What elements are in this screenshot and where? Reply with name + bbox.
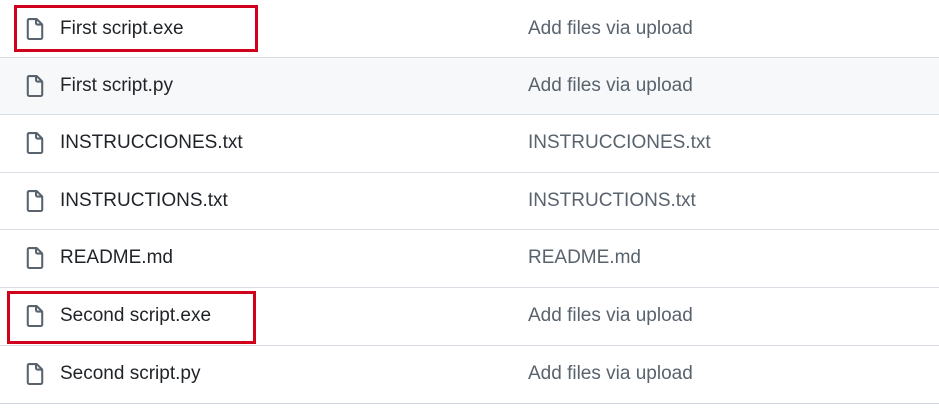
file-name-link[interactable]: First script.py [60, 75, 173, 97]
file-icon [26, 132, 44, 154]
file-icon [26, 247, 44, 269]
file-name-link[interactable]: First script.exe [60, 18, 184, 40]
file-row[interactable]: INSTRUCCIONES.txt INSTRUCCIONES.txt [0, 114, 939, 171]
commit-message-link[interactable]: Add files via upload [528, 75, 693, 97]
file-row[interactable]: First script.py Add files via upload [0, 57, 939, 114]
file-row[interactable]: INSTRUCTIONS.txt INSTRUCTIONS.txt [0, 172, 939, 229]
file-list: First script.exe Add files via upload Fi… [0, 0, 939, 404]
file-icon [26, 363, 44, 385]
commit-message-link[interactable]: INSTRUCTIONS.txt [528, 190, 696, 212]
file-row[interactable]: README.md README.md [0, 229, 939, 286]
file-icon [26, 75, 44, 97]
file-icon [26, 190, 44, 212]
commit-message-link[interactable]: README.md [528, 247, 641, 269]
commit-message-link[interactable]: INSTRUCCIONES.txt [528, 132, 711, 154]
file-row[interactable]: Second script.py Add files via upload [0, 345, 939, 402]
file-name-link[interactable]: Second script.py [60, 363, 200, 385]
commit-message-link[interactable]: Add files via upload [528, 18, 693, 40]
file-row[interactable]: First script.exe Add files via upload [0, 0, 939, 57]
file-row[interactable]: Second script.exe Add files via upload [0, 287, 939, 344]
file-name-link[interactable]: INSTRUCTIONS.txt [60, 190, 228, 212]
file-name-link[interactable]: Second script.exe [60, 305, 211, 327]
commit-message-link[interactable]: Add files via upload [528, 363, 693, 385]
file-name-link[interactable]: README.md [60, 247, 173, 269]
file-icon [26, 305, 44, 327]
file-icon [26, 17, 44, 40]
commit-message-link[interactable]: Add files via upload [528, 305, 693, 327]
file-name-link[interactable]: INSTRUCCIONES.txt [60, 132, 243, 154]
